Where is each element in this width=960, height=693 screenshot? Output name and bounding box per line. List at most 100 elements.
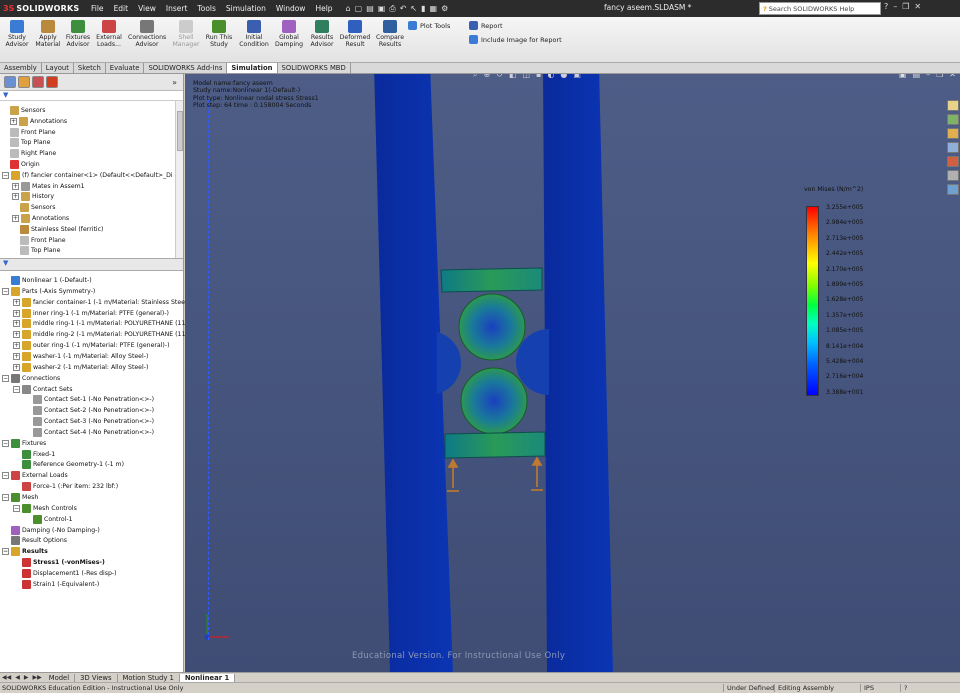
scene-icon[interactable]: ▣ — [573, 74, 581, 80]
study-tree-item[interactable]: Damping (-No Damping-) — [11, 525, 100, 536]
design-library-icon[interactable] — [947, 114, 959, 125]
study-tree-item[interactable]: Contact Set-4 (-No Penetration<>-) — [33, 427, 154, 438]
configuration-tab-icon[interactable] — [32, 76, 44, 88]
study-tree-item[interactable]: Force-1 (:Per item: 232 lbf:) — [22, 481, 118, 492]
deformed-result-button[interactable]: Deformed Result — [338, 20, 372, 48]
study-tree-item[interactable]: + outer ring-1 (-1 m/Material: PTFE (gene… — [13, 340, 170, 351]
previous-view-icon[interactable]: ↺ — [496, 74, 503, 80]
menu-help[interactable]: Help — [310, 4, 337, 13]
fixtures-advisor-button[interactable]: Fixtures Advisor — [61, 20, 95, 48]
menu-insert[interactable]: Insert — [161, 4, 193, 13]
feature-tree-item[interactable]: + Annotations — [12, 213, 69, 224]
tab-assembly[interactable]: Assembly — [0, 63, 42, 73]
zoom-fit-icon[interactable]: ⌕ — [473, 74, 477, 80]
study-tree-item[interactable]: + middle ring-1 (-1 m/Material: POLYURETH… — [13, 318, 185, 329]
study-tree-item[interactable]: Contact Set-2 (-No Penetration<>-) — [33, 405, 154, 416]
feature-tree-scrollbar[interactable] — [175, 101, 183, 258]
expand-toggle-icon[interactable]: − — [13, 385, 20, 393]
new-document-icon[interactable]: ▢ — [355, 4, 363, 14]
feature-tree-item[interactable]: Top Plane — [20, 245, 60, 256]
study-tree-item[interactable]: Fixed-1 — [22, 449, 55, 460]
study-tree-item[interactable]: Control-1 — [33, 514, 73, 525]
feature-tree-item[interactable]: Top Plane — [10, 137, 50, 148]
study-tree-item[interactable]: Contact Set-1 (-No Penetration<>-) — [33, 394, 154, 405]
zoom-area-icon[interactable]: ⊕ — [483, 74, 490, 80]
tab-motion-study[interactable]: Motion Study 1 — [118, 673, 180, 682]
hide-show-icon[interactable]: ◐ — [547, 74, 554, 80]
expand-toggle-icon[interactable]: − — [2, 494, 9, 501]
next-tab-icon[interactable]: ▶ — [22, 674, 31, 681]
shell-manager-button[interactable]: Shell Manager — [169, 20, 203, 48]
feature-tree-item[interactable]: Right Plane — [10, 148, 56, 159]
menu-view[interactable]: View — [133, 4, 161, 13]
menu-edit[interactable]: Edit — [109, 4, 134, 13]
viewport-minimize-icon[interactable]: – — [926, 74, 930, 79]
study-tree-item[interactable]: − Connections — [2, 373, 60, 384]
appearances-icon[interactable] — [947, 156, 959, 167]
feature-tree-item[interactable]: − (f) fancier container<1> (Default<<Defa… — [2, 170, 173, 181]
expand-toggle-icon[interactable]: + — [12, 193, 19, 201]
tab-evaluate[interactable]: Evaluate — [106, 63, 145, 73]
study-tree-item[interactable]: − Mesh Controls — [13, 503, 77, 514]
last-tab-icon[interactable]: ▶▶ — [30, 674, 43, 681]
undo-icon[interactable]: ↶ — [400, 4, 407, 14]
tab-layout[interactable]: Layout — [42, 63, 74, 73]
report-button[interactable]: Report — [469, 21, 503, 30]
feature-tree-tab-icon[interactable] — [4, 76, 16, 88]
section-view-icon[interactable]: ◧ — [509, 74, 517, 80]
feature-tree-item[interactable]: Stainless Steel (ferritic) — [20, 224, 103, 235]
feature-tree-item[interactable]: Sensors — [10, 105, 45, 116]
display-style-icon[interactable]: ▪ — [536, 74, 541, 80]
study-tree-item[interactable]: Reference Geometry-1 (-1 m) — [22, 459, 124, 470]
restore-icon[interactable]: ❐ — [902, 2, 909, 11]
expand-toggle-icon[interactable]: + — [10, 117, 17, 125]
expand-toggle-icon[interactable]: + — [12, 215, 19, 222]
help-status-icon[interactable]: ? — [900, 684, 907, 692]
apply-material-button[interactable]: Apply Material — [31, 20, 65, 48]
home-icon[interactable]: ⌂ — [346, 4, 351, 14]
results-advisor-button[interactable]: Results Advisor — [305, 20, 339, 48]
study-tree-item[interactable]: Nonlinear 1 (-Default-) — [11, 275, 92, 286]
expand-toggle-icon[interactable]: − — [2, 472, 9, 480]
select-icon[interactable]: ↖ — [410, 4, 417, 14]
save-icon[interactable]: ▣ — [378, 4, 386, 14]
study-tree-item[interactable]: Stress1 (-vonMises-) — [22, 557, 105, 568]
expand-toggle-icon[interactable]: − — [2, 287, 9, 295]
external-loads-button[interactable]: External Loads... — [92, 20, 126, 48]
tab-sketch[interactable]: Sketch — [74, 63, 106, 73]
study-tree-item[interactable]: − External Loads — [2, 470, 68, 481]
study-tree-item[interactable]: + inner ring-1 (-1 m/Material: PTFE (gene… — [13, 308, 169, 319]
plot-tools-button[interactable]: Plot Tools — [408, 21, 450, 30]
study-tree-filter-icon[interactable]: ▼ — [0, 259, 183, 271]
appearance-icon[interactable]: ● — [560, 74, 567, 80]
expand-toggle-icon[interactable]: − — [2, 439, 9, 447]
expand-toggle-icon[interactable]: − — [2, 374, 9, 382]
minimize-icon[interactable]: – — [893, 2, 897, 11]
options-icon[interactable]: ⚙ — [441, 4, 448, 14]
feature-tree-item[interactable]: + History — [12, 191, 54, 202]
property-manager-tab-icon[interactable] — [18, 76, 30, 88]
expand-toggle-icon[interactable]: + — [13, 309, 20, 317]
feature-tree-item[interactable]: Front Plane — [20, 235, 66, 246]
study-tree-item[interactable]: − Contact Sets — [13, 384, 72, 395]
study-tree-item[interactable]: + washer-1 (-1 m/Material: Alloy Steel-) — [13, 351, 148, 362]
compare-results-button[interactable]: Compare Results — [373, 20, 407, 48]
expand-toggle-icon[interactable]: − — [2, 171, 9, 179]
viewport-split-icon[interactable]: ▤ — [913, 74, 921, 79]
graphics-viewport[interactable]: Model name:fancy aseem Study name:Nonlin… — [185, 74, 960, 672]
run-this-study-button[interactable]: Run This Study — [202, 20, 236, 48]
help-search-box[interactable]: ? Search SOLIDWORKS Help — [759, 2, 881, 15]
feature-tree-item[interactable]: Origin — [10, 159, 40, 170]
global-damping-button[interactable]: Global Damping — [272, 20, 306, 48]
study-tree-item[interactable]: − Parts (-Axis Symmetry-) — [2, 286, 95, 297]
study-tree-item[interactable]: Strain1 (-Equivalent-) — [22, 579, 99, 590]
tab-3d-views[interactable]: 3D Views — [75, 673, 118, 682]
close-icon[interactable]: ✕ — [914, 2, 921, 11]
study-tree-item[interactable]: − Mesh — [2, 492, 38, 503]
expand-toggle-icon[interactable]: + — [13, 320, 20, 328]
menu-window[interactable]: Window — [271, 4, 311, 13]
feature-tree-item[interactable]: Front Plane — [10, 127, 56, 138]
expand-toggle-icon[interactable]: + — [13, 363, 20, 371]
study-tree-item[interactable]: Result Options — [11, 535, 67, 546]
prev-tab-icon[interactable]: ◀ — [13, 674, 22, 681]
